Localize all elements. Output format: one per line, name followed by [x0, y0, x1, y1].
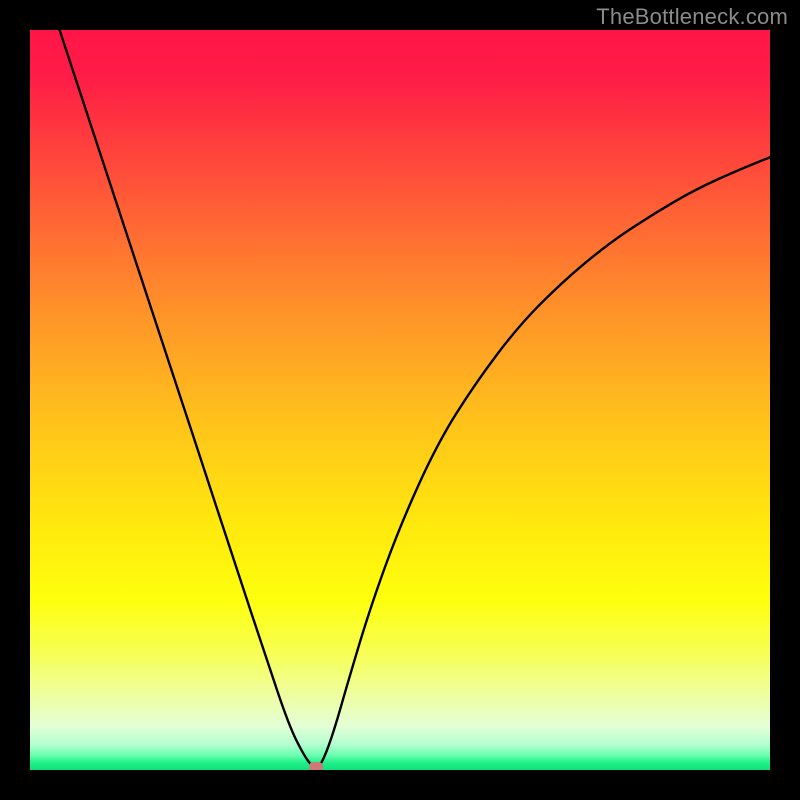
- minimum-marker: [309, 762, 323, 770]
- bottleneck-curve: [30, 30, 770, 770]
- watermark-text: TheBottleneck.com: [596, 4, 788, 30]
- chart-frame: TheBottleneck.com: [0, 0, 800, 800]
- plot-area: [30, 30, 770, 770]
